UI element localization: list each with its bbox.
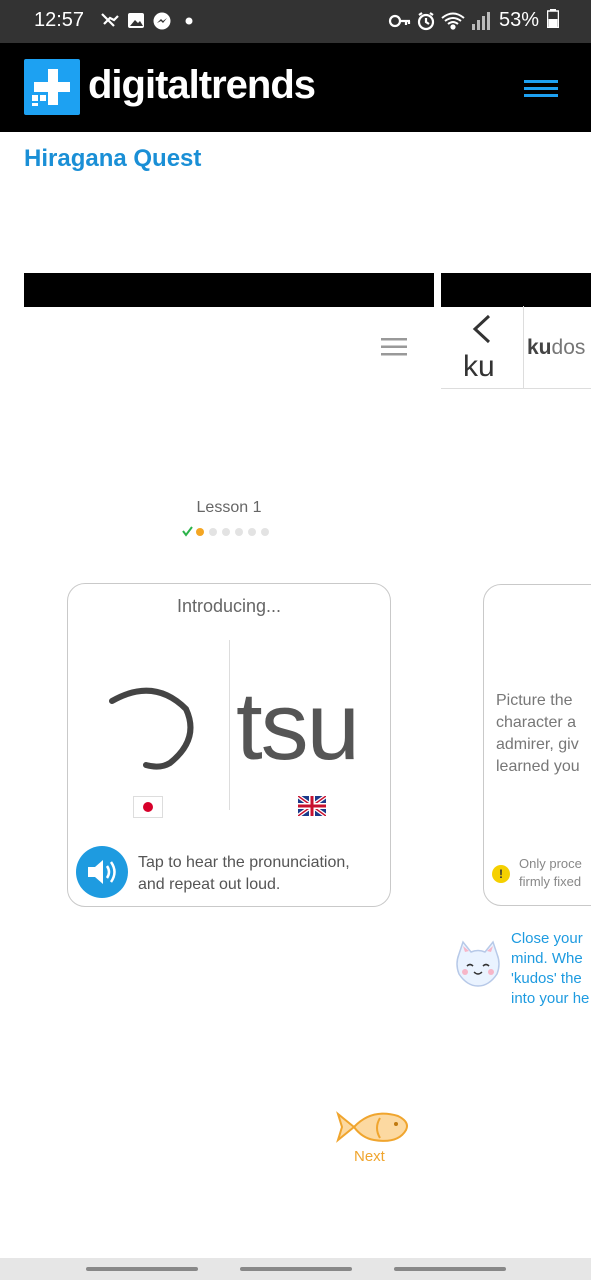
status-icons-left bbox=[101, 12, 193, 30]
battery-icon bbox=[546, 9, 559, 29]
alarm-icon bbox=[417, 12, 435, 31]
gallery-bar-2 bbox=[441, 273, 591, 307]
fish-icon[interactable] bbox=[334, 1106, 410, 1148]
introducing-label: Introducing... bbox=[176, 596, 282, 616]
kudos-tab-bold: ku bbox=[527, 336, 552, 359]
lesson-label: Lesson 1 bbox=[196, 499, 262, 516]
hint-line-2: and repeat out loud. bbox=[138, 876, 281, 893]
mascot-tip-text: Close your mind. Whe 'kudos' the into yo… bbox=[511, 930, 590, 1007]
status-bar: 12:57 53% bbox=[0, 0, 591, 43]
speaker-button[interactable] bbox=[76, 846, 128, 898]
warning-icon: ! bbox=[492, 865, 510, 883]
kudos-tab[interactable]: kudos bbox=[527, 336, 585, 360]
mnemonic-card: Picture the character a admirer, giv lea… bbox=[483, 584, 591, 906]
app-menu-icon bbox=[381, 338, 407, 356]
battery-level: 53% bbox=[499, 9, 559, 32]
mnemonic-text: Picture the character a admirer, giv lea… bbox=[496, 692, 580, 775]
image-icon bbox=[128, 13, 144, 28]
app-screenshot-1[interactable]: Lesson 1 Introducing... tsu Tap to hear … bbox=[24, 306, 434, 1256]
kudos-tab-rest: dos bbox=[551, 336, 586, 359]
status-icons-right bbox=[388, 12, 490, 31]
kana-tsu-glyph bbox=[109, 687, 194, 770]
hamburger-menu-icon[interactable] bbox=[524, 79, 558, 99]
page-title[interactable]: Hiragana Quest bbox=[24, 145, 201, 173]
japan-flag-icon bbox=[133, 796, 163, 818]
back-chevron-icon[interactable] bbox=[469, 314, 493, 344]
brand-wordmark[interactable]: digitaltrends bbox=[88, 63, 316, 108]
status-time: 12:57 bbox=[34, 9, 85, 31]
nav-back[interactable] bbox=[394, 1267, 506, 1271]
romaji-label: tsu bbox=[236, 673, 360, 780]
speaker-icon bbox=[88, 860, 116, 884]
uk-flag-icon bbox=[298, 796, 326, 816]
wifi-icon bbox=[441, 12, 465, 30]
messenger-icon bbox=[153, 12, 171, 30]
introducing-card: Introducing... tsu Tap to hear the pronu… bbox=[67, 583, 391, 907]
site-header: digitaltrends bbox=[0, 43, 591, 132]
dot-icon bbox=[185, 17, 193, 25]
system-nav-bar[interactable] bbox=[0, 1258, 591, 1280]
hint-line-1: Tap to hear the pronunciation, bbox=[138, 854, 350, 871]
next-button[interactable]: Next bbox=[354, 1148, 385, 1165]
nav-recents[interactable] bbox=[86, 1267, 198, 1271]
card-divider bbox=[229, 640, 230, 810]
plane-mute-icon bbox=[101, 13, 119, 27]
pronunciation-hint: Tap to hear the pronunciation, and repea… bbox=[138, 852, 378, 896]
signal-icon bbox=[472, 12, 490, 30]
check-icon bbox=[182, 526, 193, 537]
gallery-bar-1 bbox=[24, 273, 434, 307]
warning-text: Only proce firmly fixed bbox=[519, 856, 582, 889]
key-icon bbox=[388, 14, 411, 28]
cat-mascot-icon bbox=[456, 940, 500, 987]
plus-logo-icon[interactable] bbox=[24, 59, 80, 115]
nav-home[interactable] bbox=[240, 1267, 352, 1271]
app-screenshot-2[interactable]: ku kudos Picture the character a admirer… bbox=[441, 306, 591, 1256]
back-label[interactable]: ku bbox=[463, 350, 495, 384]
progress-dots bbox=[182, 526, 269, 537]
